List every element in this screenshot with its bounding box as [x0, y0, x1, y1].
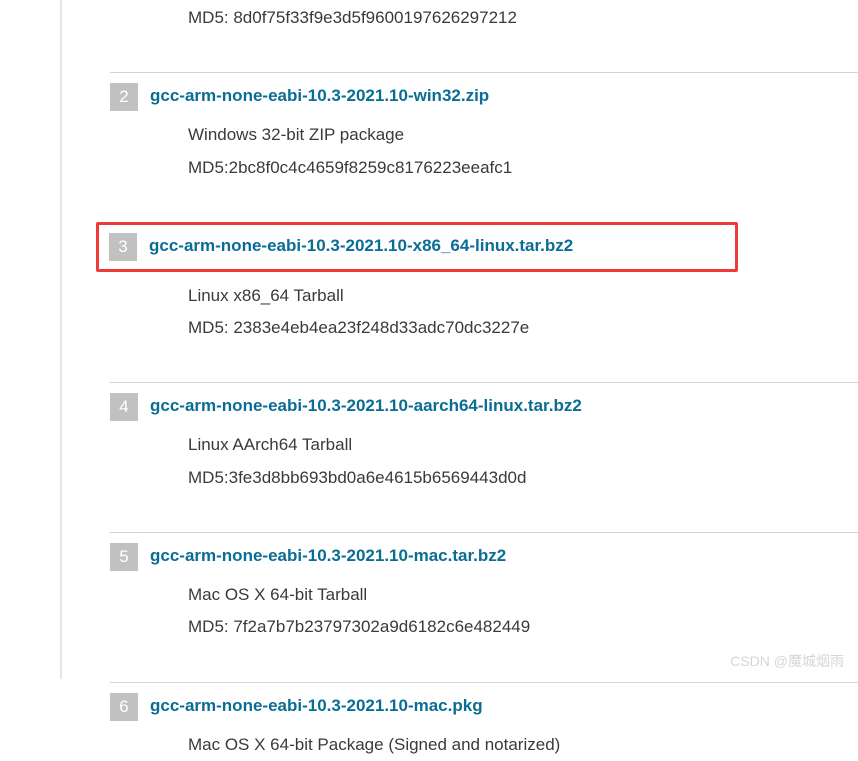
md5-text: MD5: 2383e4eb4ea23f248d33adc70dc3227e: [188, 312, 858, 344]
number-badge: 5: [110, 543, 138, 571]
number-badge: 4: [110, 393, 138, 421]
description-text: Linux x86_64 Tarball: [188, 280, 858, 312]
download-entry: 2 gcc-arm-none-eabi-10.3-2021.10-win32.zi…: [110, 62, 858, 184]
entry-header: 3 gcc-arm-none-eabi-10.3-2021.10-x86_64-l…: [96, 222, 738, 272]
download-entry: 3 gcc-arm-none-eabi-10.3-2021.10-x86_64-l…: [110, 212, 858, 345]
entry-details: Mac OS X 64-bit TarballMD5: 7f2a7b7b2379…: [110, 571, 858, 644]
download-entry: 5 gcc-arm-none-eabi-10.3-2021.10-mac.tar.…: [110, 522, 858, 644]
number-badge: 2: [110, 83, 138, 111]
download-link[interactable]: gcc-arm-none-eabi-10.3-2021.10-aarch64-l…: [150, 393, 582, 416]
download-link[interactable]: gcc-arm-none-eabi-10.3-2021.10-x86_64-li…: [149, 233, 573, 256]
entry-header: 2 gcc-arm-none-eabi-10.3-2021.10-win32.zi…: [110, 72, 858, 111]
download-entry: 6 gcc-arm-none-eabi-10.3-2021.10-mac.pkg M…: [110, 672, 858, 761]
md5-text: MD5: 7f2a7b7b23797302a9d6182c6e482449: [188, 611, 858, 643]
download-link[interactable]: gcc-arm-none-eabi-10.3-2021.10-win32.zip: [150, 83, 489, 106]
download-link[interactable]: gcc-arm-none-eabi-10.3-2021.10-mac.tar.b…: [150, 543, 506, 566]
entry-details: Windows 32-bit ZIP packageMD5:2bc8f0c4c4…: [110, 111, 858, 184]
md5-text: MD5: 8d0f75f33f9e3d5f9600197626297212: [110, 0, 858, 34]
entry-details: Mac OS X 64-bit Package (Signed and nota…: [110, 721, 858, 761]
entry-details: Linux AArch64 TarballMD5:3fe3d8bb693bd0a…: [110, 421, 858, 494]
entry-header: 4 gcc-arm-none-eabi-10.3-2021.10-aarch64-…: [110, 382, 858, 421]
md5-text: MD5:3fe3d8bb693bd0a6e4615b6569443d0d: [188, 462, 858, 494]
description-text: Mac OS X 64-bit Tarball: [188, 579, 858, 611]
description-text: Windows 32-bit ZIP package: [188, 119, 858, 151]
entry-header: 5 gcc-arm-none-eabi-10.3-2021.10-mac.tar.…: [110, 532, 858, 571]
entry-details: Linux x86_64 TarballMD5: 2383e4eb4ea23f2…: [110, 272, 858, 345]
description-text: Mac OS X 64-bit Package (Signed and nota…: [188, 729, 858, 761]
number-badge: 3: [109, 233, 137, 261]
download-list: MD5: 8d0f75f33f9e3d5f9600197626297212 2g…: [60, 0, 858, 761]
number-badge: 6: [110, 693, 138, 721]
md5-text: MD5:2bc8f0c4c4659f8259c8176223eeafc1: [188, 152, 858, 184]
description-text: Linux AArch64 Tarball: [188, 429, 858, 461]
download-entry: 4 gcc-arm-none-eabi-10.3-2021.10-aarch64-…: [110, 372, 858, 494]
download-link[interactable]: gcc-arm-none-eabi-10.3-2021.10-mac.pkg: [150, 693, 483, 716]
watermark-text: CSDN @魔城烟雨: [730, 651, 844, 671]
vertical-divider: [60, 0, 62, 679]
entry-header: 6 gcc-arm-none-eabi-10.3-2021.10-mac.pkg: [110, 682, 858, 721]
